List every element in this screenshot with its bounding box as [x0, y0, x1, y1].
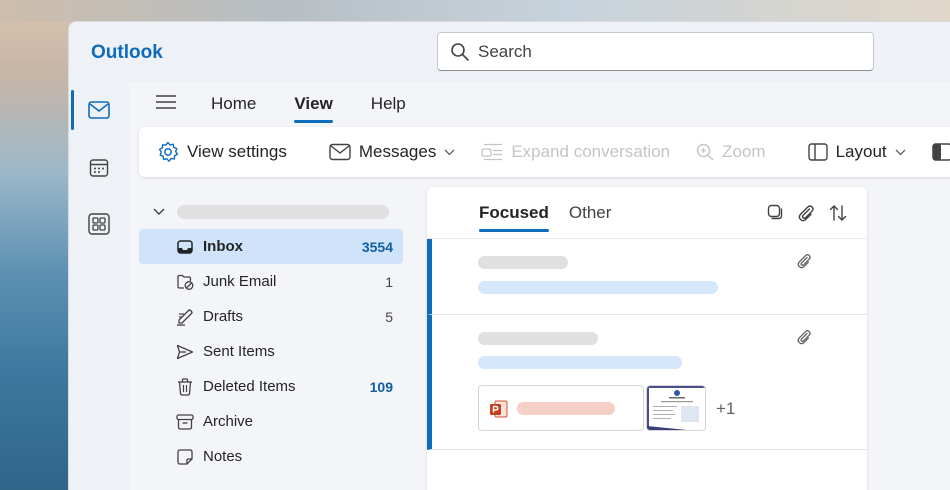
mail-icon: [329, 143, 351, 161]
more-attachments-count[interactable]: +1: [716, 399, 735, 419]
attachment-icon: [797, 254, 811, 269]
account-header[interactable]: [139, 195, 409, 229]
folder-label: Notes: [203, 448, 243, 465]
folder-sent-items[interactable]: Sent Items: [139, 334, 403, 369]
subject-placeholder: [478, 356, 682, 369]
rail-mail-button[interactable]: [81, 92, 117, 128]
messages-label: Messages: [358, 142, 437, 161]
desktop-wallpaper-top: [0, 0, 950, 22]
search-box[interactable]: [437, 32, 874, 71]
folder-notes[interactable]: Notes: [139, 439, 403, 474]
desktop-wallpaper: [0, 0, 70, 490]
tab-focused[interactable]: Focused: [479, 203, 549, 232]
chevron-down-icon: [444, 149, 455, 155]
message-list-header: Focused Other: [427, 187, 867, 239]
expand-conversation-icon: [481, 143, 503, 161]
tab-view[interactable]: View: [294, 94, 334, 123]
attachment-card[interactable]: [478, 385, 644, 431]
item-count: 5: [385, 308, 393, 325]
main-content: Home View Help View settings Messages Ex…: [129, 82, 950, 490]
account-name-placeholder: [177, 205, 389, 219]
message-item[interactable]: [427, 239, 867, 315]
powerpoint-icon: [490, 400, 508, 418]
folder-label: Drafts: [203, 308, 244, 325]
folder-deleted-items[interactable]: Deleted Items 109: [139, 369, 403, 404]
chevron-down-icon: [153, 208, 165, 215]
outlook-window: Outlook Search Home View Help View setti…: [68, 21, 950, 490]
zoom-in-icon: [696, 143, 714, 161]
chevron-down-icon: [895, 149, 906, 155]
inbox-icon: [177, 239, 193, 254]
tab-home[interactable]: Home: [211, 94, 256, 114]
app-rail: [69, 82, 129, 490]
ribbon-tabs: Home View Help: [211, 94, 444, 123]
notes-icon: [177, 448, 193, 465]
attachment-filter-icon[interactable]: [797, 204, 815, 222]
messages-dropdown[interactable]: Messages: [329, 142, 455, 162]
folder-label: Archive: [203, 413, 254, 430]
folder-junk-email[interactable]: Junk Email 1: [139, 264, 403, 299]
folder-label: Deleted Items: [203, 378, 296, 395]
sender-placeholder: [478, 256, 568, 269]
view-settings-button[interactable]: View settings: [157, 141, 287, 163]
reading-pane-button[interactable]: [931, 143, 950, 161]
zoom-button[interactable]: Zoom: [696, 142, 766, 162]
rail-calendar-button[interactable]: [81, 150, 117, 186]
expand-conversation-label: Expand conversation: [511, 142, 671, 161]
folder-pane: Inbox 3554 Junk Email 1 Drafts 5 Sent It…: [139, 195, 409, 474]
tab-help[interactable]: Help: [371, 94, 406, 114]
zoom-label: Zoom: [722, 142, 766, 161]
trash-icon: [178, 377, 192, 396]
message-list: Focused Other +1: [427, 187, 867, 490]
attachment-thumbnail[interactable]: [646, 385, 706, 431]
sender-placeholder: [478, 332, 598, 345]
folder-label: Junk Email: [203, 273, 277, 290]
menu-toggle-button[interactable]: [155, 94, 177, 115]
search-icon: [451, 42, 469, 61]
drafts-icon: [177, 308, 193, 326]
unread-count: 3554: [361, 238, 393, 255]
folder-label: Sent Items: [203, 343, 275, 360]
reading-pane-icon: [931, 143, 950, 161]
ribbon-toolbar: View settings Messages Expand conversati…: [139, 127, 950, 177]
folder-drafts[interactable]: Drafts 5: [139, 299, 403, 334]
item-count: 1: [385, 273, 393, 290]
tab-other[interactable]: Other: [569, 203, 612, 223]
gear-icon: [158, 141, 179, 162]
message-item[interactable]: +1: [427, 315, 867, 450]
calendar-icon: [89, 159, 109, 177]
archive-icon: [176, 413, 194, 430]
view-settings-label: View settings: [187, 142, 287, 161]
layout-label: Layout: [835, 142, 887, 161]
select-icon[interactable]: [767, 204, 783, 220]
send-icon: [176, 344, 194, 359]
layout-icon: [807, 143, 828, 161]
rail-apps-button[interactable]: [81, 206, 117, 242]
document-preview-image: [647, 386, 705, 430]
search-input[interactable]: [478, 41, 838, 62]
attachment-icon: [797, 330, 811, 345]
mail-icon: [88, 101, 110, 119]
sort-icon[interactable]: [829, 204, 847, 222]
hamburger-icon: [156, 95, 176, 109]
folder-label: Inbox: [203, 238, 243, 255]
layout-dropdown[interactable]: Layout: [807, 142, 906, 162]
folder-inbox[interactable]: Inbox 3554: [139, 229, 403, 264]
junk-icon: [177, 274, 194, 290]
unread-count: 109: [369, 378, 393, 395]
apps-icon: [88, 213, 110, 235]
subject-placeholder: [478, 281, 718, 294]
rail-active-indicator: [71, 90, 74, 130]
folder-archive[interactable]: Archive: [139, 404, 403, 439]
app-title: Outlook: [91, 42, 163, 63]
attachment-name-placeholder: [517, 402, 615, 415]
expand-conversation-button[interactable]: Expand conversation: [481, 142, 670, 162]
